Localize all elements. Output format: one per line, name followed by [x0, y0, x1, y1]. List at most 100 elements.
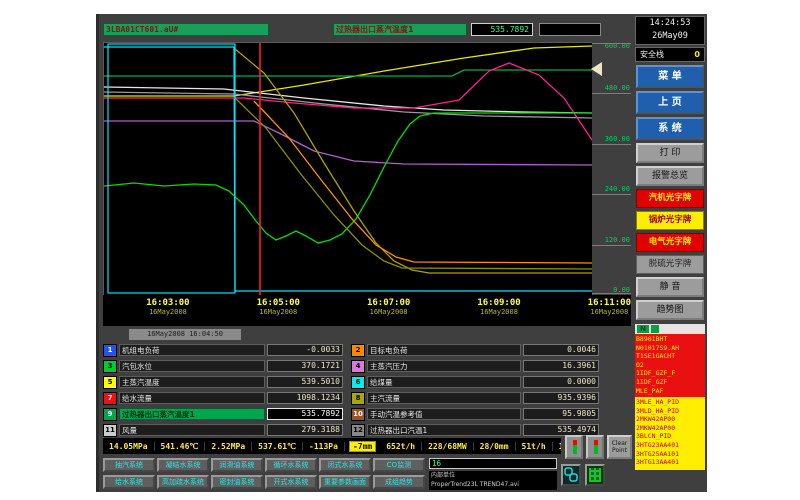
pen-label: 主汽流量: [367, 392, 521, 404]
electrical-annunciator-button[interactable]: 电气光字牌: [636, 233, 704, 252]
pen-row-2[interactable]: 2目标电负荷0.0046: [351, 343, 599, 357]
fgd-annunciator-button[interactable]: 脱硫光字牌: [636, 255, 704, 274]
pen-row-5[interactable]: 5主蒸汽温度539.5010: [103, 375, 343, 389]
pen-color-chip: 8: [351, 392, 365, 405]
clock-time: 14:24:53: [636, 17, 704, 30]
status-value: 541.46℃: [155, 442, 206, 451]
selected-pen-name-field[interactable]: 过热器出口蒸汽温度1: [333, 23, 467, 36]
nav-button-2-1[interactable]: 给水系统: [103, 475, 155, 489]
pen-color-chip: 5: [103, 376, 117, 389]
pen-value: 935.9396: [523, 392, 599, 404]
pen-row-1[interactable]: 1机组电负荷-0.0033: [103, 343, 343, 357]
clear-point-button[interactable]: Clear Point: [607, 435, 632, 459]
nav-button-2-5[interactable]: 重要参数画面: [319, 475, 371, 489]
nav-button-1-5[interactable]: 闭式水系统: [319, 458, 371, 472]
status-value: 228/68MW: [422, 442, 474, 451]
x-tick-time: 16:03:00: [146, 298, 189, 308]
zoom-selection-box[interactable]: [108, 44, 235, 293]
pen-value: 95.9805: [523, 408, 599, 420]
alarm-item[interactable]: 1IDF_GZF: [636, 378, 704, 387]
pen-row-4[interactable]: 4主蒸汽压力16.3961: [351, 359, 599, 373]
grid-icon-button[interactable]: [585, 464, 605, 486]
cursor-timestamp: 16May2008 16:04:50: [129, 329, 241, 340]
pen-row-11[interactable]: 11风量279.3188: [103, 423, 343, 437]
alarm-item[interactable]: MLE_PAF: [636, 387, 704, 396]
alarm-tab-1[interactable]: N: [637, 325, 649, 333]
alarm-item[interactable]: 3HTG25AA101: [636, 450, 704, 459]
alarm-item[interactable]: 3HTG23AA401: [636, 441, 704, 450]
nav-button-1-2[interactable]: 凝结水系统: [157, 458, 209, 472]
alarm-item[interactable]: 2MKW42AP00: [636, 424, 704, 433]
alarm-item[interactable]: B8901BHT: [636, 335, 704, 344]
status-bar: 14.05MPa541.46℃2.52MPa537.61℃-113Pa-7mm6…: [103, 438, 561, 454]
y-tick-line: [592, 194, 631, 195]
x-tick-time: 16:07:00: [367, 298, 410, 308]
link-icon-button[interactable]: [561, 464, 581, 486]
command-input[interactable]: 16: [429, 458, 557, 469]
pen-value: 0.0046: [523, 344, 599, 356]
nav-button-2-2[interactable]: 高加疏水系统: [157, 475, 209, 489]
alarm-list-red[interactable]: B8901BHTN01017S9.AHT1SE1GACHTO21IDF_GZF_…: [635, 334, 705, 397]
alarm-item[interactable]: 3HTG13AA401: [636, 458, 704, 467]
alarm-item[interactable]: 3MLD_HA_PID: [636, 407, 704, 416]
print-button[interactable]: 打 印: [636, 143, 704, 163]
pen-label: 主蒸汽温度: [119, 376, 265, 388]
y-tick-label: 480.00: [605, 84, 630, 92]
turbine-annunciator-button[interactable]: 汽机光字牌: [636, 189, 704, 208]
pen-row-10[interactable]: 10手动汽温参考值95.9805: [351, 407, 599, 421]
pen-row-12[interactable]: 12过热器出口汽温1535.4974: [351, 423, 599, 437]
boiler-annunciator-button[interactable]: 锅炉光字牌: [636, 211, 704, 230]
nav-button-1-6[interactable]: CO监测: [373, 458, 425, 472]
alarm-item[interactable]: N01017S9.AH: [636, 344, 704, 353]
pen-row-6[interactable]: 6给煤量0.0000: [351, 375, 599, 389]
system-button[interactable]: 系 统: [636, 117, 704, 140]
pen-color-chip: 12: [351, 424, 365, 437]
command-info: 内部单位 ProperTrend23L TREND47.avi: [429, 471, 557, 490]
trend-plot[interactable]: [103, 42, 593, 296]
alarm-item[interactable]: O2: [636, 361, 704, 370]
pen-row-7[interactable]: 7给水流量1098.1234: [103, 391, 343, 405]
trend-series-sh-outlet-temp-green: [104, 113, 592, 243]
pen-tag-field[interactable]: 3LBA01CT601.aU#: [103, 23, 269, 36]
x-tick: 16:07:0016May2008: [367, 298, 410, 316]
alarm-item[interactable]: 2MKW42AP00: [636, 415, 704, 424]
nav-button-1-1[interactable]: 抽汽系统: [103, 458, 155, 472]
trend-series-orange-fall: [254, 101, 592, 263]
nav-button-1-3[interactable]: 润滑油系统: [211, 458, 263, 472]
trend-series-green-flat: [104, 70, 592, 76]
pen-label: 目标电负荷: [367, 344, 521, 356]
trend-chart-button[interactable]: 趋势图: [636, 300, 704, 320]
nav-button-2-6[interactable]: 成组趋势: [373, 475, 425, 489]
x-tick: 16:11:0016May2008: [588, 298, 631, 316]
alarm-list-yellow[interactable]: 3MLE_HA_PID3MLD_HA_PID2MKW42AP002MKW42AP…: [635, 397, 705, 470]
pen-color-chip: 4: [351, 360, 365, 373]
x-tick-time: 16:05:00: [257, 298, 300, 308]
pen-label: 给煤量: [367, 376, 521, 388]
menu-button[interactable]: 菜 单: [636, 65, 704, 88]
prev-page-button[interactable]: 上 页: [636, 91, 704, 114]
alarm-tab-2[interactable]: [651, 325, 659, 333]
safety-stack[interactable]: 安全栈 0: [635, 47, 705, 62]
pen-row-3[interactable]: 3汽包水位370.1721: [103, 359, 343, 373]
pen-value: 535.7892: [267, 408, 343, 420]
pen-color-chip: 7: [103, 392, 117, 405]
alarm-item[interactable]: 3BLCN_PID: [636, 432, 704, 441]
toggle-switch-1[interactable]: [565, 435, 583, 459]
pen-row-9[interactable]: 9过热器出口蒸汽温度1535.7892: [103, 407, 343, 421]
y-tick-line: [592, 93, 631, 94]
alarm-item[interactable]: 1IDF_GZF_F: [636, 369, 704, 378]
alarm-item[interactable]: 3MLE_HA_PID: [636, 398, 704, 407]
nav-button-2-4[interactable]: 开式水系统: [265, 475, 317, 489]
x-tick-date: 16May2008: [477, 308, 520, 316]
nav-button-1-4[interactable]: 循环水系统: [265, 458, 317, 472]
pen-row-8[interactable]: 8主汽流量935.9396: [351, 391, 599, 405]
y-tick-label: 120.00: [605, 236, 630, 244]
mute-button[interactable]: 静 音: [636, 277, 704, 297]
x-tick: 16:03:0016May2008: [146, 298, 189, 316]
value-marker-triangle[interactable]: [591, 62, 602, 76]
alarm-item[interactable]: T1SE1GACHT: [636, 352, 704, 361]
alarm-overview-button[interactable]: 报警总览: [636, 166, 704, 186]
toggle-switch-2[interactable]: [586, 435, 604, 459]
alarm-tabstrip[interactable]: N: [635, 324, 705, 334]
nav-button-2-3[interactable]: 密封油系统: [211, 475, 263, 489]
